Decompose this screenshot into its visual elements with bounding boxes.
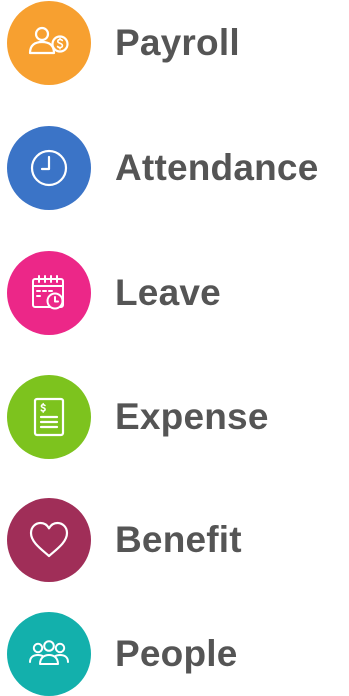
receipt-dollar-icon <box>33 397 65 437</box>
people-group-icon <box>29 640 69 665</box>
menu-item-label: Payroll <box>115 22 240 63</box>
menu-item-label: Benefit <box>115 519 242 560</box>
heart-icon <box>29 521 69 558</box>
benefit-icon-circle <box>7 498 91 582</box>
attendance-icon-circle <box>7 126 91 210</box>
payroll-icon-circle <box>7 1 91 85</box>
menu-item-payroll[interactable]: Payroll <box>7 1 240 85</box>
clock-icon <box>30 149 68 187</box>
menu-item-attendance[interactable]: Attendance <box>7 126 318 210</box>
calendar-clock-icon <box>32 275 64 310</box>
menu-item-label: Expense <box>115 396 269 437</box>
menu-item-label: Leave <box>115 272 221 313</box>
leave-icon-circle <box>7 251 91 335</box>
module-menu: Payroll Attendance Leave Expense Benefit… <box>0 0 349 696</box>
menu-item-expense[interactable]: Expense <box>7 375 269 459</box>
menu-item-leave[interactable]: Leave <box>7 251 221 335</box>
menu-item-benefit[interactable]: Benefit <box>7 498 242 582</box>
payroll-people-dollar-icon <box>28 26 69 55</box>
expense-icon-circle <box>7 375 91 459</box>
people-icon-circle <box>7 612 91 696</box>
menu-item-label: Attendance <box>115 147 319 188</box>
menu-item-people[interactable]: People <box>7 612 238 696</box>
menu-item-label: People <box>115 633 238 674</box>
